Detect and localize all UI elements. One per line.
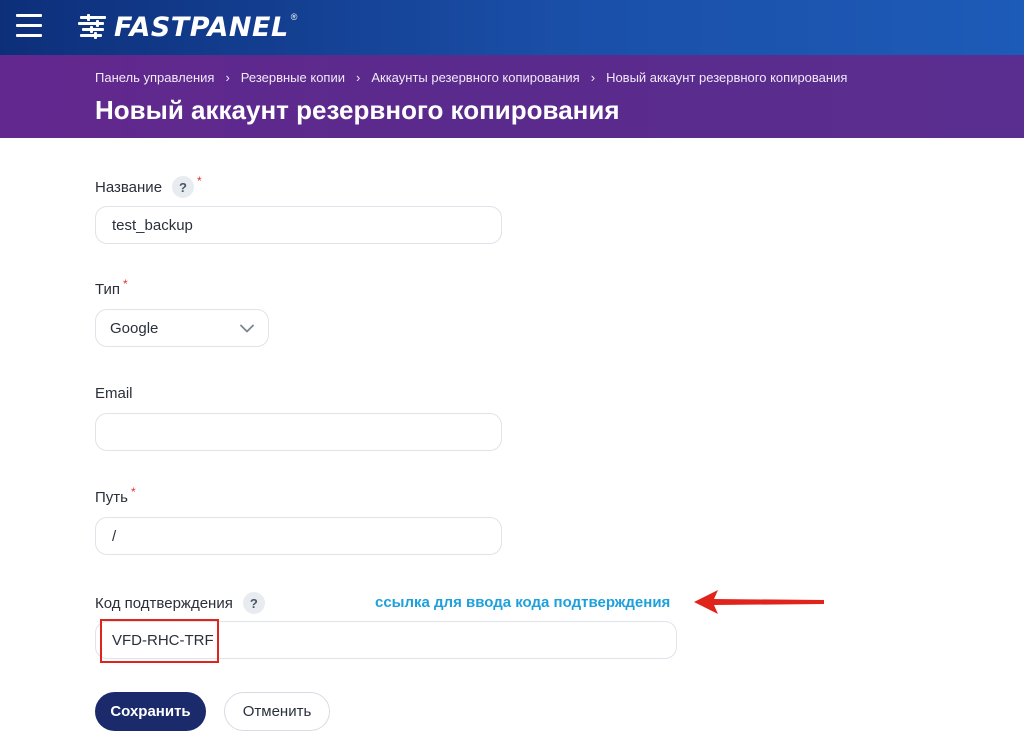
page-title: Новый аккаунт резервного копирования <box>95 95 620 125</box>
code-label-text: Код подтверждения <box>95 594 233 612</box>
help-icon[interactable]: ? <box>242 592 265 614</box>
path-label-text: Путь <box>95 489 128 506</box>
cancel-button[interactable]: Отменить <box>224 692 330 731</box>
path-label: Путь * <box>95 485 136 507</box>
breadcrumb-item-backups[interactable]: Резервные копии <box>241 70 345 85</box>
registered-mark: ® <box>290 12 298 22</box>
help-icon[interactable]: ? <box>172 176 195 198</box>
name-input-value: test_backup <box>112 216 193 234</box>
type-label-text: Тип <box>95 281 121 298</box>
breadcrumb: Панель управления › Резервные копии › Ак… <box>95 70 847 85</box>
type-select[interactable]: Google <box>95 309 269 347</box>
chevron-down-icon <box>240 324 254 332</box>
breadcrumb-separator-icon: › <box>356 70 361 85</box>
logo-icon <box>78 14 106 39</box>
confirmation-code-link[interactable]: ссылка для ввода кода подтверждения <box>375 594 670 611</box>
page-header: Панель управления › Резервные копии › Ак… <box>0 55 1024 138</box>
annotation-arrow-icon <box>694 590 824 614</box>
email-label-text: Email <box>95 385 133 402</box>
breadcrumb-item-control-panel[interactable]: Панель управления <box>95 70 214 85</box>
annotation-highlight-box <box>100 619 219 663</box>
breadcrumb-separator-icon: › <box>225 70 230 85</box>
top-bar: FASTPANEL ® <box>0 0 1024 55</box>
brand-name: FASTPANEL <box>114 11 289 43</box>
breadcrumb-item-current: Новый аккаунт резервного копирования <box>606 70 848 85</box>
email-label: Email <box>95 385 133 402</box>
breadcrumb-item-backup-accounts[interactable]: Аккаунты резервного копирования <box>371 70 579 85</box>
name-label-text: Название <box>95 178 163 196</box>
logo[interactable]: FASTPANEL ® <box>78 8 297 46</box>
name-input[interactable]: test_backup <box>95 206 502 244</box>
required-mark: * <box>197 174 202 188</box>
type-select-value: Google <box>110 319 159 337</box>
path-input-value: / <box>112 527 117 545</box>
breadcrumb-separator-icon: › <box>590 70 596 85</box>
save-button[interactable]: Сохранить <box>95 692 206 731</box>
name-label: Название ? * <box>95 174 202 198</box>
email-input[interactable] <box>95 413 502 451</box>
menu-icon[interactable] <box>16 13 42 37</box>
required-mark: * <box>130 484 136 499</box>
required-mark: * <box>123 276 128 291</box>
type-label: Тип * <box>95 277 128 299</box>
path-input[interactable]: / <box>95 517 502 555</box>
code-label: Код подтверждения ? <box>95 592 265 614</box>
